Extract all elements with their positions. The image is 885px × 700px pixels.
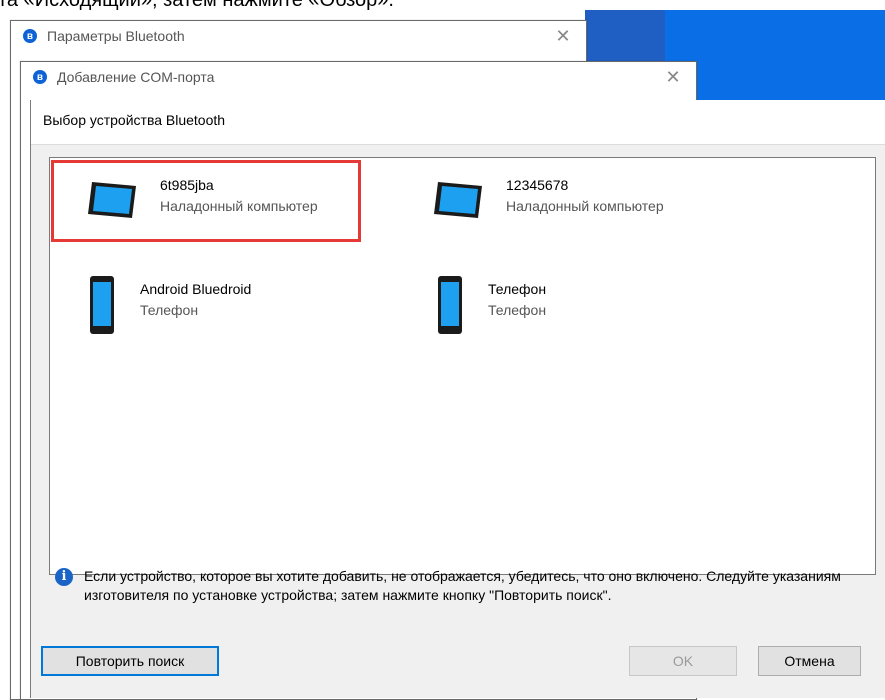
- info-message: Если устройство, которое вы хотите добав…: [84, 568, 841, 603]
- device-item[interactable]: Android Bluedroid Телефон: [50, 264, 350, 344]
- bluetooth-icon: ʙ: [33, 70, 47, 84]
- window-title: Добавление COM-порта: [57, 69, 215, 85]
- window-titlebar: ʙ Параметры Bluetooth ✕: [11, 21, 586, 51]
- tablet-icon: [88, 182, 136, 218]
- window-title: Параметры Bluetooth: [47, 28, 185, 44]
- bluetooth-icon: ʙ: [23, 29, 37, 43]
- device-item[interactable]: 12345678 Наладонный компьютер: [406, 160, 706, 240]
- tablet-icon: [434, 182, 482, 218]
- retry-search-button[interactable]: Повторить поиск: [41, 646, 219, 676]
- device-type: Телефон: [488, 302, 547, 318]
- device-item[interactable]: 6t985jba Наладонный компьютер: [51, 160, 361, 242]
- select-bluetooth-device-dialog: Выбор устройства Bluetooth 6t985jba Нала…: [30, 100, 885, 698]
- device-name: Телефон: [488, 281, 547, 297]
- device-type: Наладонный компьютер: [160, 198, 318, 214]
- info-icon: i: [55, 568, 73, 586]
- close-icon[interactable]: ✕: [554, 27, 572, 45]
- cancel-button[interactable]: Отмена: [758, 646, 861, 676]
- phone-icon: [90, 276, 114, 334]
- window-titlebar: ʙ Добавление COM-порта ✕: [21, 62, 696, 92]
- device-name: 6t985jba: [160, 177, 214, 193]
- close-icon[interactable]: ✕: [664, 68, 682, 86]
- ok-button[interactable]: OK: [629, 646, 737, 676]
- device-type: Наладонный компьютер: [506, 198, 664, 214]
- phone-icon: [438, 276, 462, 334]
- device-item[interactable]: Телефон Телефон: [398, 264, 698, 344]
- device-name: Android Bluedroid: [140, 281, 252, 297]
- device-name: 12345678: [506, 177, 569, 193]
- dialog-title: Выбор устройства Bluetooth: [43, 112, 226, 128]
- device-type: Телефон: [140, 302, 199, 318]
- device-list: 6t985jba Наладонный компьютер 12345678 Н…: [49, 157, 876, 575]
